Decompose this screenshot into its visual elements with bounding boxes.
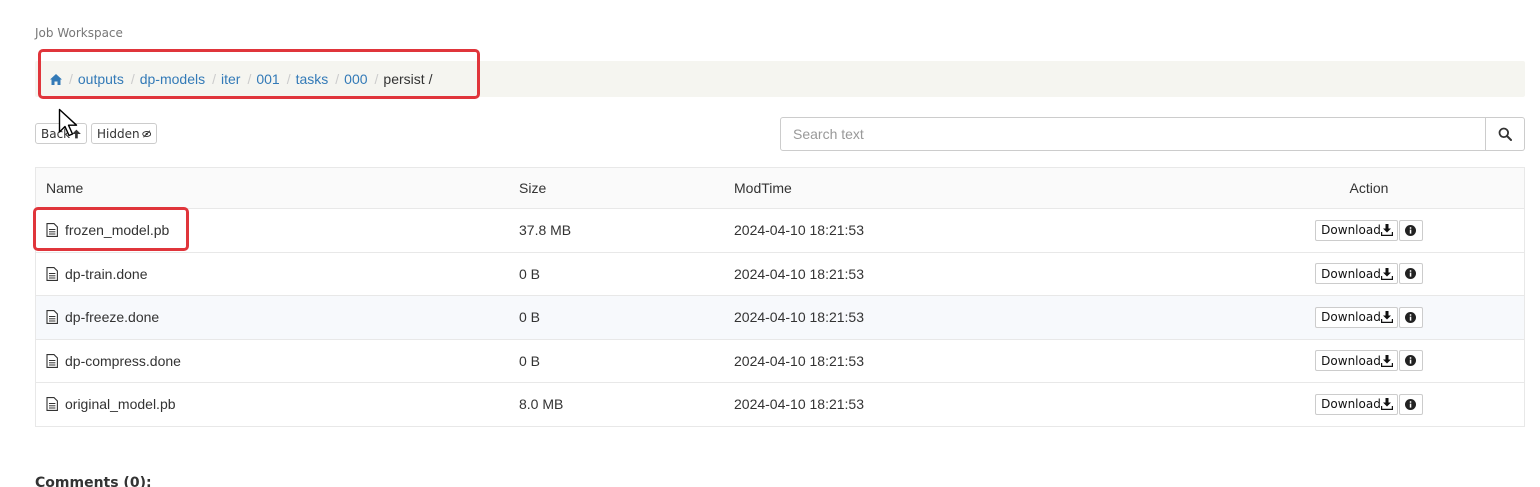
header-action: Action bbox=[1214, 167, 1525, 209]
file-modtime: 2024-04-10 18:21:53 bbox=[724, 338, 1214, 383]
info-circle-icon bbox=[1405, 224, 1417, 236]
file-size: 0 B bbox=[509, 338, 724, 383]
hidden-button-label: Hidden bbox=[97, 126, 140, 141]
file-table: Name Size ModTime Action frozen_model.pb… bbox=[35, 167, 1525, 427]
download-button[interactable]: Download bbox=[1315, 263, 1398, 285]
download-label: Download bbox=[1321, 397, 1381, 412]
file-modtime: 2024-04-10 18:21:53 bbox=[724, 295, 1214, 339]
table-header-row: Name Size ModTime Action bbox=[35, 167, 1525, 209]
breadcrumb-separator: / bbox=[374, 71, 379, 87]
download-icon bbox=[1380, 398, 1393, 411]
breadcrumb-separator: / bbox=[286, 71, 291, 87]
download-label: Download bbox=[1321, 266, 1381, 281]
info-circle-icon bbox=[1405, 311, 1417, 323]
header-modtime[interactable]: ModTime bbox=[724, 167, 1214, 209]
info-circle-icon bbox=[1405, 355, 1417, 367]
breadcrumb-item-outputs[interactable]: outputs bbox=[78, 71, 124, 87]
file-size: 0 B bbox=[509, 295, 724, 339]
breadcrumb-bar: / outputs / dp-models / iter / 001 / tas… bbox=[35, 61, 1525, 97]
table-row: dp-compress.done 0 B 2024-04-10 18:21:53… bbox=[35, 338, 1525, 383]
info-button[interactable] bbox=[1398, 393, 1423, 415]
download-label: Download bbox=[1321, 310, 1381, 325]
back-button[interactable]: Back bbox=[35, 123, 87, 144]
info-button[interactable] bbox=[1398, 350, 1423, 372]
info-button[interactable] bbox=[1398, 219, 1423, 241]
breadcrumb-item-000[interactable]: 000 bbox=[344, 71, 367, 87]
download-button[interactable]: Download bbox=[1315, 219, 1398, 241]
download-label: Download bbox=[1321, 223, 1381, 238]
breadcrumb-trailing-slash: / bbox=[428, 71, 433, 87]
info-circle-icon bbox=[1405, 268, 1417, 280]
eye-slash-icon bbox=[141, 129, 151, 138]
search-group bbox=[780, 117, 1525, 151]
table-row: frozen_model.pb 37.8 MB 2024-04-10 18:21… bbox=[35, 208, 1525, 252]
search-button[interactable] bbox=[1486, 117, 1525, 151]
file-icon bbox=[46, 397, 58, 412]
file-modtime: 2024-04-10 18:21:53 bbox=[724, 251, 1214, 296]
header-name[interactable]: Name bbox=[35, 167, 509, 209]
download-icon bbox=[1380, 224, 1393, 237]
file-size: 8.0 MB bbox=[509, 382, 724, 426]
breadcrumb-current: persist bbox=[383, 71, 425, 87]
comments-heading: Comments (0): bbox=[35, 475, 152, 487]
breadcrumb-item-dp-models[interactable]: dp-models bbox=[140, 71, 205, 87]
file-size: 37.8 MB bbox=[509, 208, 724, 252]
file-icon bbox=[46, 310, 58, 325]
breadcrumb-separator: / bbox=[247, 71, 252, 87]
download-icon bbox=[1380, 267, 1393, 280]
download-label: Download bbox=[1321, 353, 1381, 368]
file-name-link[interactable]: dp-train.done bbox=[65, 266, 148, 282]
breadcrumb-item-001[interactable]: 001 bbox=[256, 71, 279, 87]
table-row: original_model.pb 8.0 MB 2024-04-10 18:2… bbox=[35, 382, 1525, 426]
file-name-link[interactable]: dp-freeze.done bbox=[65, 309, 159, 325]
breadcrumb-home[interactable] bbox=[50, 71, 62, 87]
hidden-toggle-button[interactable]: Hidden bbox=[91, 123, 157, 144]
file-icon bbox=[46, 223, 58, 238]
breadcrumb-separator: / bbox=[130, 71, 135, 87]
header-size[interactable]: Size bbox=[509, 167, 724, 209]
breadcrumb-separator: / bbox=[69, 71, 73, 87]
breadcrumb-item-tasks[interactable]: tasks bbox=[296, 71, 329, 87]
file-size: 0 B bbox=[509, 251, 724, 296]
download-icon bbox=[1380, 311, 1393, 324]
file-modtime: 2024-04-10 18:21:53 bbox=[724, 382, 1214, 426]
breadcrumb-separator: / bbox=[335, 71, 340, 87]
table-row: dp-freeze.done 0 B 2024-04-10 18:21:53 D… bbox=[35, 295, 1525, 339]
arrow-up-icon bbox=[72, 129, 81, 138]
info-circle-icon bbox=[1405, 398, 1417, 410]
info-button[interactable] bbox=[1398, 263, 1423, 285]
breadcrumb-separator: / bbox=[212, 71, 216, 87]
file-name-link[interactable]: frozen_model.pb bbox=[65, 222, 169, 238]
search-input[interactable] bbox=[780, 117, 1486, 151]
download-button[interactable]: Download bbox=[1315, 306, 1398, 328]
file-icon bbox=[46, 353, 58, 368]
page-heading: Job Workspace bbox=[35, 26, 123, 40]
file-icon bbox=[46, 266, 58, 281]
breadcrumb-item-iter[interactable]: iter bbox=[221, 71, 240, 87]
download-button[interactable]: Download bbox=[1315, 350, 1398, 372]
back-button-label: Back bbox=[41, 126, 71, 141]
download-button[interactable]: Download bbox=[1315, 393, 1398, 415]
download-icon bbox=[1380, 354, 1393, 367]
file-name-link[interactable]: dp-compress.done bbox=[65, 353, 181, 369]
file-modtime: 2024-04-10 18:21:53 bbox=[724, 208, 1214, 252]
breadcrumb: / outputs / dp-models / iter / 001 / tas… bbox=[50, 61, 433, 97]
table-row: dp-train.done 0 B 2024-04-10 18:21:53 Do… bbox=[35, 251, 1525, 296]
file-name-link[interactable]: original_model.pb bbox=[65, 396, 176, 412]
info-button[interactable] bbox=[1398, 306, 1423, 328]
home-icon bbox=[50, 74, 62, 85]
search-icon bbox=[1498, 127, 1512, 141]
